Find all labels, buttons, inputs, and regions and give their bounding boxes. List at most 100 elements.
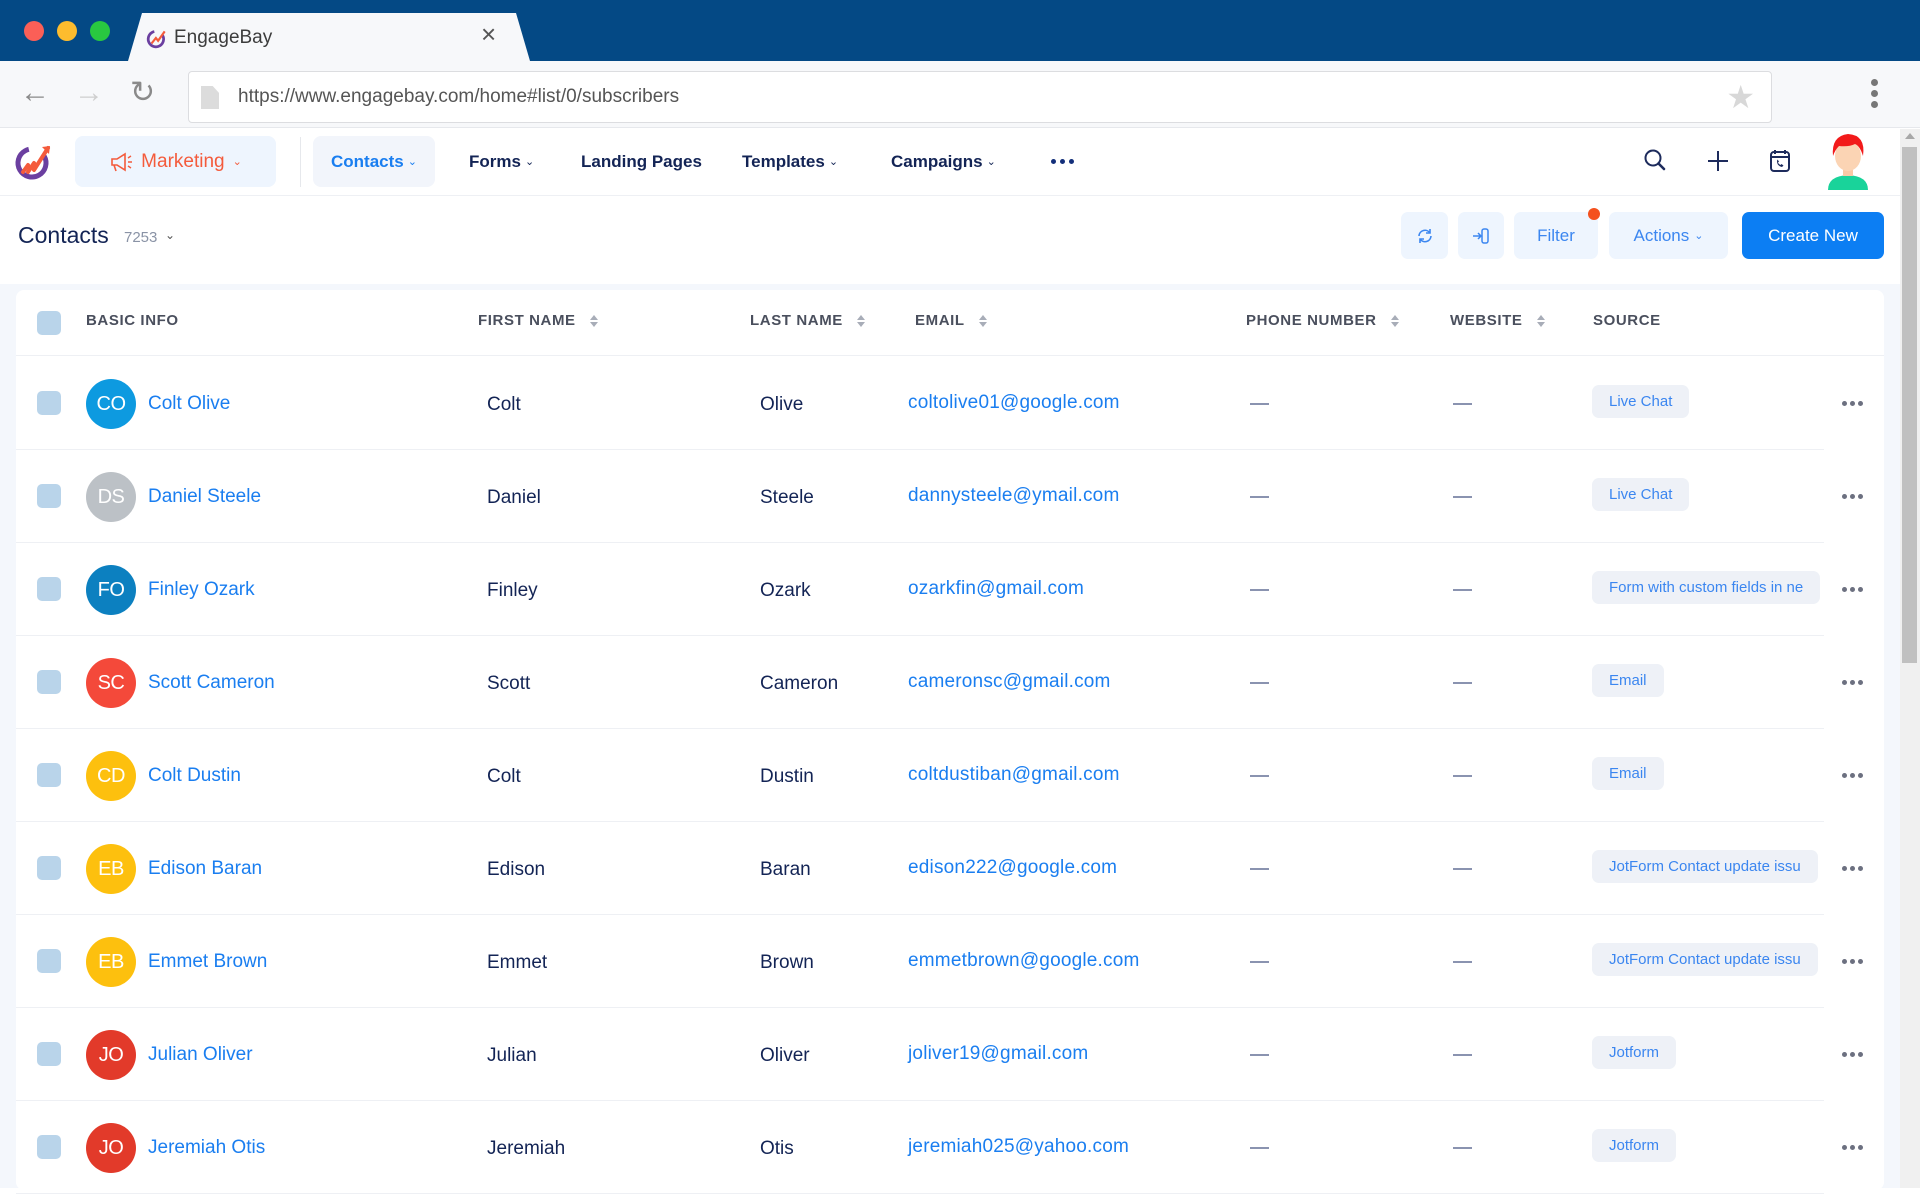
column-phone-number[interactable]: PHONE NUMBER (1246, 312, 1399, 329)
row-more-options-icon[interactable] (1842, 959, 1863, 964)
chevron-down-icon[interactable]: ⌄ (165, 228, 175, 242)
contact-name-link[interactable]: Julian Oliver (148, 1044, 253, 1066)
row-more-options-icon[interactable] (1842, 1145, 1863, 1150)
avatar-initials: FO (97, 578, 125, 601)
phone-empty-dash (1250, 1147, 1269, 1149)
sort-icon[interactable] (856, 314, 865, 327)
table-row[interactable]: DS Daniel Steele Daniel Steele dannystee… (16, 450, 1884, 543)
row-checkbox[interactable] (37, 670, 61, 694)
nav-contacts[interactable]: Contacts ⌄ (313, 136, 435, 187)
row-checkbox[interactable] (37, 577, 61, 601)
email-link[interactable]: jeremiah025@yahoo.com (908, 1136, 1129, 1158)
row-more-options-icon[interactable] (1842, 773, 1863, 778)
forward-icon[interactable]: → (74, 78, 104, 108)
actions-dropdown[interactable]: Actions ⌄ (1609, 212, 1728, 259)
last-name-cell: Olive (760, 394, 804, 415)
nav-landing-pages[interactable]: Landing Pages (581, 136, 702, 187)
email-link[interactable]: coltdustiban@gmail.com (908, 764, 1120, 786)
refresh-button[interactable] (1401, 212, 1448, 259)
email-link[interactable]: joliver19@gmail.com (908, 1043, 1088, 1065)
module-switcher-marketing[interactable]: Marketing ⌄ (75, 136, 276, 187)
row-more-options-icon[interactable] (1842, 494, 1863, 499)
contact-name-link[interactable]: Edison Baran (148, 858, 262, 880)
nav-forms[interactable]: Forms ⌄ (469, 136, 534, 187)
back-icon[interactable]: ← (20, 78, 50, 108)
email-link[interactable]: dannysteele@ymail.com (908, 485, 1119, 507)
contact-name-link[interactable]: Emmet Brown (148, 951, 267, 973)
sort-icon[interactable] (1390, 314, 1399, 327)
row-more-options-icon[interactable] (1842, 1052, 1863, 1057)
contact-name-link[interactable]: Finley Ozark (148, 579, 255, 601)
sort-icon[interactable] (589, 314, 598, 327)
email-link[interactable]: coltolive01@google.com (908, 392, 1120, 414)
star-icon[interactable]: ★ (1726, 78, 1755, 116)
email-link[interactable]: edison222@google.com (908, 857, 1117, 879)
source-badge-container: JotForm Contact update issu (1592, 943, 1840, 977)
email-link[interactable]: cameronsc@gmail.com (908, 671, 1111, 693)
row-more-options-icon[interactable] (1842, 401, 1863, 406)
table-row[interactable]: CD Colt Dustin Colt Dustin coltdustiban@… (16, 729, 1884, 822)
row-checkbox[interactable] (37, 856, 61, 880)
row-checkbox[interactable] (37, 949, 61, 973)
last-name-cell: Oliver (760, 1045, 810, 1066)
column-first-name[interactable]: FIRST NAME (478, 312, 598, 329)
url-text[interactable]: https://www.engagebay.com/home#list/0/su… (238, 86, 679, 108)
row-checkbox[interactable] (37, 391, 61, 415)
row-checkbox[interactable] (37, 1042, 61, 1066)
sort-icon[interactable] (1536, 314, 1545, 327)
import-button[interactable] (1458, 212, 1504, 259)
contact-name-link[interactable]: Scott Cameron (148, 672, 275, 694)
browser-tab[interactable]: EngageBay × (128, 13, 530, 61)
select-all-checkbox[interactable] (37, 311, 61, 335)
table-row[interactable]: SC Scott Cameron Scott Cameron cameronsc… (16, 636, 1884, 729)
scrollbar-thumb[interactable] (1902, 147, 1917, 663)
address-bar[interactable]: https://www.engagebay.com/home#list/0/su… (188, 71, 1772, 123)
filter-button[interactable]: Filter (1514, 208, 1600, 259)
chevron-down-icon: ⌄ (524, 156, 535, 168)
page-scrollbar[interactable] (1900, 129, 1920, 1188)
column-last-name[interactable]: LAST NAME (750, 312, 865, 329)
close-icon[interactable]: × (481, 21, 496, 47)
row-checkbox[interactable] (37, 484, 61, 508)
window-close-button[interactable] (24, 21, 44, 41)
reload-icon[interactable]: ↻ (130, 78, 155, 108)
contact-name-link[interactable]: Jeremiah Otis (148, 1137, 265, 1159)
table-row[interactable]: JO Jeremiah Otis Jeremiah Otis jeremiah0… (16, 1101, 1884, 1194)
window-minimize-button[interactable] (57, 21, 77, 41)
row-more-options-icon[interactable] (1842, 866, 1863, 871)
nav-campaigns[interactable]: Campaigns ⌄ (891, 136, 996, 187)
table-row[interactable]: CO Colt Olive Colt Olive coltolive01@goo… (16, 357, 1884, 450)
window-maximize-button[interactable] (90, 21, 110, 41)
create-new-button[interactable]: Create New (1742, 212, 1884, 259)
user-avatar[interactable] (1823, 132, 1873, 190)
engagebay-logo-icon[interactable] (14, 141, 54, 181)
website-empty-dash (1453, 961, 1472, 963)
search-icon[interactable] (1641, 146, 1671, 176)
scroll-up-icon[interactable] (1905, 133, 1915, 139)
table-row[interactable]: EB Edison Baran Edison Baran edison222@g… (16, 822, 1884, 915)
column-website[interactable]: WEBSITE (1450, 312, 1545, 329)
nav-templates[interactable]: Templates ⌄ (742, 136, 838, 187)
row-more-options-icon[interactable] (1842, 680, 1863, 685)
row-checkbox[interactable] (37, 763, 61, 787)
table-row[interactable]: FO Finley Ozark Finley Ozark ozarkfin@gm… (16, 543, 1884, 636)
table-row[interactable]: JO Julian Oliver Julian Oliver joliver19… (16, 1008, 1884, 1101)
contact-name-link[interactable]: Daniel Steele (148, 486, 261, 508)
avatar-initials: CD (97, 764, 125, 787)
plus-icon[interactable] (1703, 146, 1733, 176)
column-email[interactable]: EMAIL (915, 312, 987, 329)
row-more-options-icon[interactable] (1842, 587, 1863, 592)
call-calendar-icon[interactable] (1765, 146, 1795, 176)
website-empty-dash (1453, 775, 1472, 777)
contact-name-link[interactable]: Colt Dustin (148, 765, 241, 787)
more-nav-icon[interactable] (1051, 159, 1074, 164)
sort-icon[interactable] (978, 314, 987, 327)
email-link[interactable]: ozarkfin@gmail.com (908, 578, 1084, 600)
table-row[interactable]: EB Emmet Brown Emmet Brown emmetbrown@go… (16, 915, 1884, 1008)
contact-name-link[interactable]: Colt Olive (148, 393, 230, 415)
filter-active-badge (1588, 208, 1600, 220)
last-name-cell: Brown (760, 952, 814, 973)
menu-icon[interactable] (1871, 79, 1879, 112)
row-checkbox[interactable] (37, 1135, 61, 1159)
email-link[interactable]: emmetbrown@google.com (908, 950, 1140, 972)
